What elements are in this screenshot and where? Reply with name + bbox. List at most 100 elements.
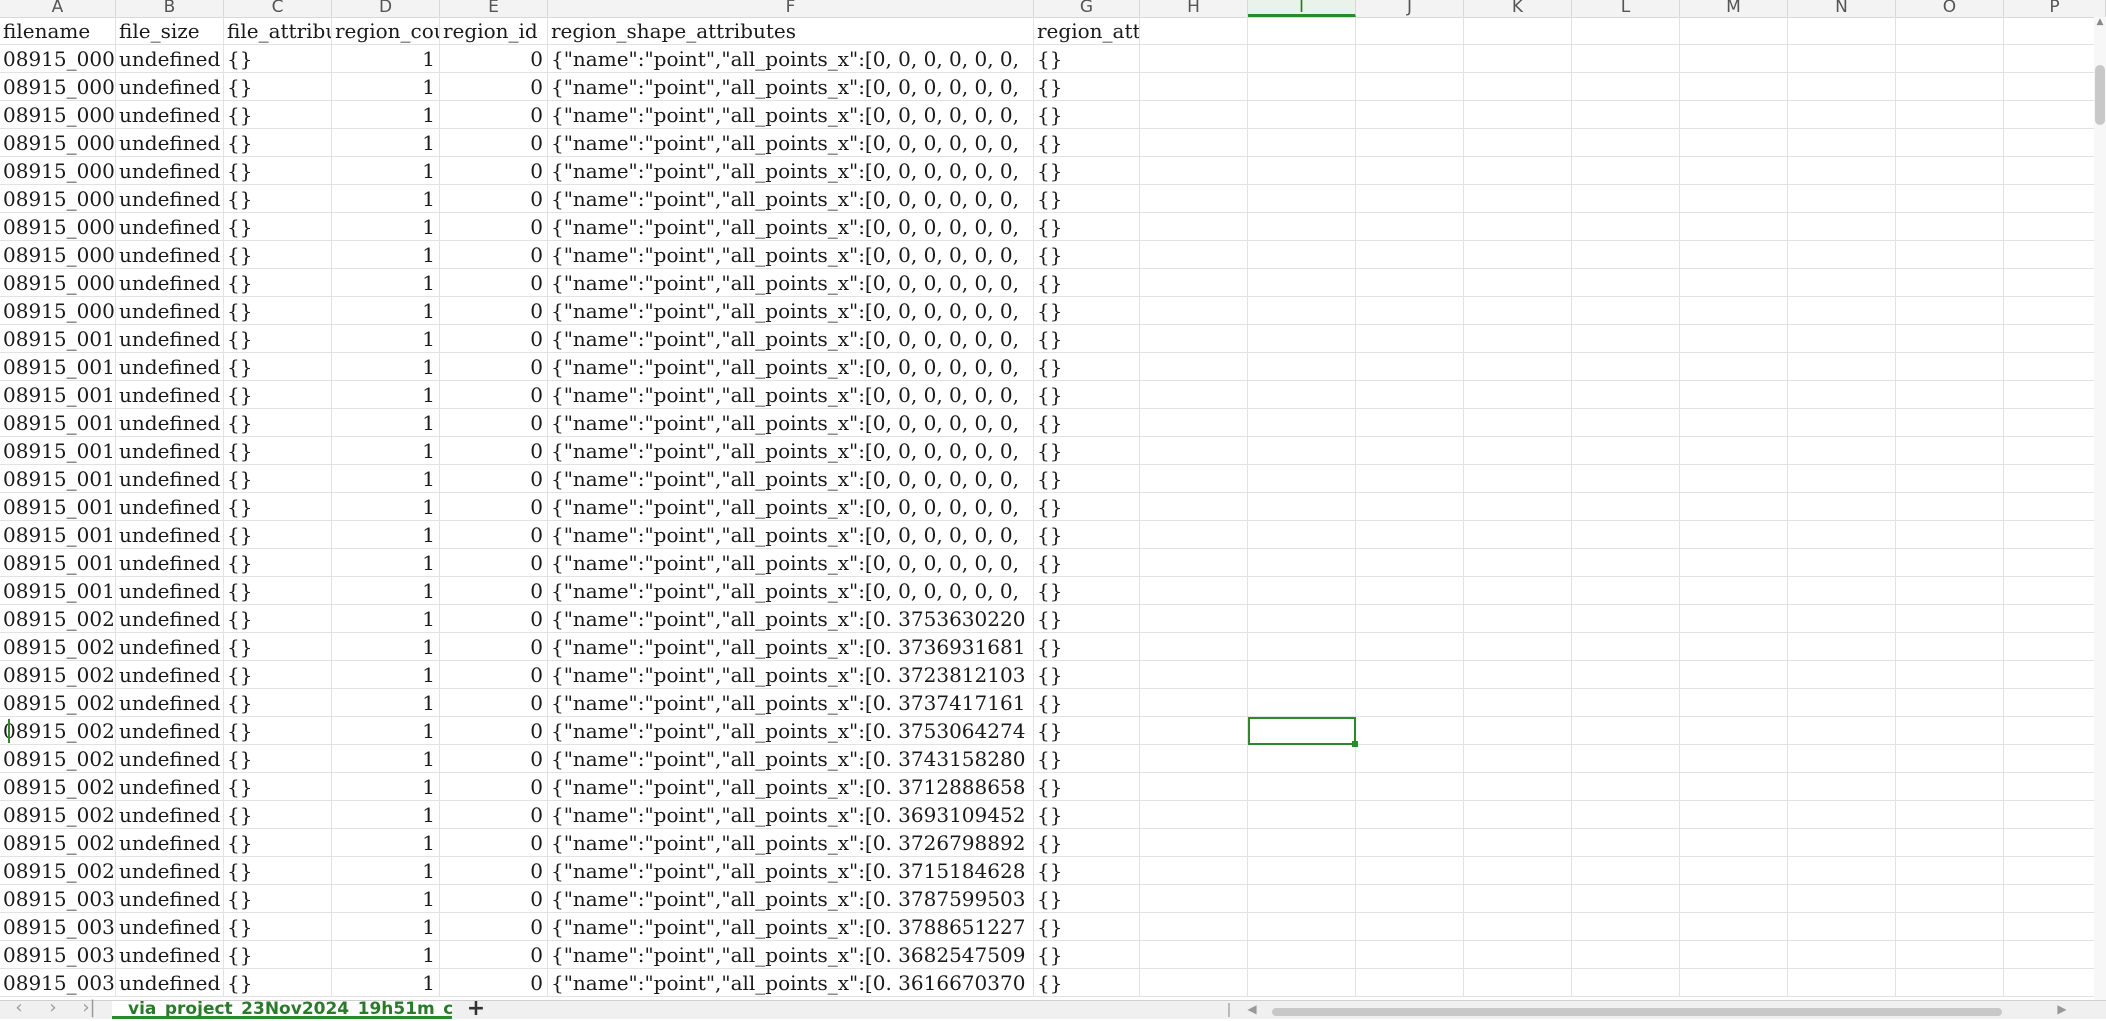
cell-l4[interactable] [1572, 101, 1680, 129]
cell-d24[interactable]: 1 [332, 661, 440, 689]
cell-h21[interactable] [1140, 577, 1248, 605]
cell-n21[interactable] [1788, 577, 1896, 605]
cell-c26[interactable]: {} [224, 717, 332, 745]
cell-h11[interactable] [1140, 297, 1248, 325]
cell-n17[interactable] [1788, 465, 1896, 493]
cell-d19[interactable]: 1 [332, 521, 440, 549]
cell-p10[interactable] [2004, 269, 2106, 297]
cell-h3[interactable] [1140, 73, 1248, 101]
cell-o27[interactable] [1896, 745, 2004, 773]
cell-l9[interactable] [1572, 241, 1680, 269]
cell-i17[interactable] [1248, 465, 1356, 493]
cell-m28[interactable] [1680, 773, 1788, 801]
cell-n20[interactable] [1788, 549, 1896, 577]
cell-j21[interactable] [1356, 577, 1464, 605]
cell-m33[interactable] [1680, 913, 1788, 941]
cell-o29[interactable] [1896, 801, 2004, 829]
cell-j33[interactable] [1356, 913, 1464, 941]
cell-g25[interactable]: {} [1034, 689, 1140, 717]
cell-i35[interactable] [1248, 969, 1356, 997]
cell-m31[interactable] [1680, 857, 1788, 885]
cell-m19[interactable] [1680, 521, 1788, 549]
cell-k7[interactable] [1464, 185, 1572, 213]
cell-i14[interactable] [1248, 381, 1356, 409]
cell-n29[interactable] [1788, 801, 1896, 829]
cell-h5[interactable] [1140, 129, 1248, 157]
cell-n2[interactable] [1788, 45, 1896, 73]
cell-i27[interactable] [1248, 745, 1356, 773]
cell-i13[interactable] [1248, 353, 1356, 381]
cell-k23[interactable] [1464, 633, 1572, 661]
cell-m4[interactable] [1680, 101, 1788, 129]
cell-g19[interactable]: {} [1034, 521, 1140, 549]
cell-o21[interactable] [1896, 577, 2004, 605]
cell-g26[interactable]: {} [1034, 717, 1140, 745]
cell-b10[interactable]: undefined [116, 269, 224, 297]
cell-l19[interactable] [1572, 521, 1680, 549]
cell-j11[interactable] [1356, 297, 1464, 325]
cell-l5[interactable] [1572, 129, 1680, 157]
cell-f22[interactable]: {"name":"point","all_points_x":[0. 37536… [548, 605, 1034, 633]
cell-b35[interactable]: undefined [116, 969, 224, 997]
cell-g20[interactable]: {} [1034, 549, 1140, 577]
cell-f29[interactable]: {"name":"point","all_points_x":[0. 36931… [548, 801, 1034, 829]
cell-d28[interactable]: 1 [332, 773, 440, 801]
cell-c32[interactable]: {} [224, 885, 332, 913]
cell-d14[interactable]: 1 [332, 381, 440, 409]
cell-d12[interactable]: 1 [332, 325, 440, 353]
cell-c19[interactable]: {} [224, 521, 332, 549]
cell-k10[interactable] [1464, 269, 1572, 297]
cell-g3[interactable]: {} [1034, 73, 1140, 101]
cell-k29[interactable] [1464, 801, 1572, 829]
cell-p26[interactable] [2004, 717, 2106, 745]
cell-n35[interactable] [1788, 969, 1896, 997]
cell-g27[interactable]: {} [1034, 745, 1140, 773]
cell-a1[interactable]: filename [0, 17, 116, 45]
cell-b30[interactable]: undefined [116, 829, 224, 857]
cell-h18[interactable] [1140, 493, 1248, 521]
cell-l16[interactable] [1572, 437, 1680, 465]
cell-g10[interactable]: {} [1034, 269, 1140, 297]
cell-j6[interactable] [1356, 157, 1464, 185]
cell-o22[interactable] [1896, 605, 2004, 633]
cell-e5[interactable]: 0 [440, 129, 548, 157]
cell-p21[interactable] [2004, 577, 2106, 605]
cell-n26[interactable] [1788, 717, 1896, 745]
cell-a11[interactable]: 08915_0009.jpg [0, 297, 116, 325]
cell-f14[interactable]: {"name":"point","all_points_x":[0, 0, 0,… [548, 381, 1034, 409]
cell-k26[interactable] [1464, 717, 1572, 745]
cell-f8[interactable]: {"name":"point","all_points_x":[0, 0, 0,… [548, 213, 1034, 241]
cell-l25[interactable] [1572, 689, 1680, 717]
cell-p18[interactable] [2004, 493, 2106, 521]
cell-p13[interactable] [2004, 353, 2106, 381]
cell-m9[interactable] [1680, 241, 1788, 269]
cell-c9[interactable]: {} [224, 241, 332, 269]
cell-e19[interactable]: 0 [440, 521, 548, 549]
cell-e15[interactable]: 0 [440, 409, 548, 437]
cell-k22[interactable] [1464, 605, 1572, 633]
cell-i11[interactable] [1248, 297, 1356, 325]
cell-l14[interactable] [1572, 381, 1680, 409]
cell-a7[interactable]: 08915_0005.jpg [0, 185, 116, 213]
cell-b17[interactable]: undefined [116, 465, 224, 493]
selected-cell-outline[interactable] [1248, 717, 1358, 747]
cell-a21[interactable]: 08915_0019.jpg [0, 577, 116, 605]
cell-i10[interactable] [1248, 269, 1356, 297]
cell-g7[interactable]: {} [1034, 185, 1140, 213]
cell-b12[interactable]: undefined [116, 325, 224, 353]
cell-f5[interactable]: {"name":"point","all_points_x":[0, 0, 0,… [548, 129, 1034, 157]
cell-b3[interactable]: undefined [116, 73, 224, 101]
cell-e4[interactable]: 0 [440, 101, 548, 129]
cell-e25[interactable]: 0 [440, 689, 548, 717]
cell-e24[interactable]: 0 [440, 661, 548, 689]
cell-e14[interactable]: 0 [440, 381, 548, 409]
cell-m7[interactable] [1680, 185, 1788, 213]
cell-l11[interactable] [1572, 297, 1680, 325]
cell-m1[interactable] [1680, 17, 1788, 45]
cell-o31[interactable] [1896, 857, 2004, 885]
cell-c16[interactable]: {} [224, 437, 332, 465]
cell-f1[interactable]: region_shape_attributes [548, 17, 1034, 45]
cell-a3[interactable]: 08915_0001.jpg [0, 73, 116, 101]
cell-k13[interactable] [1464, 353, 1572, 381]
cell-n10[interactable] [1788, 269, 1896, 297]
